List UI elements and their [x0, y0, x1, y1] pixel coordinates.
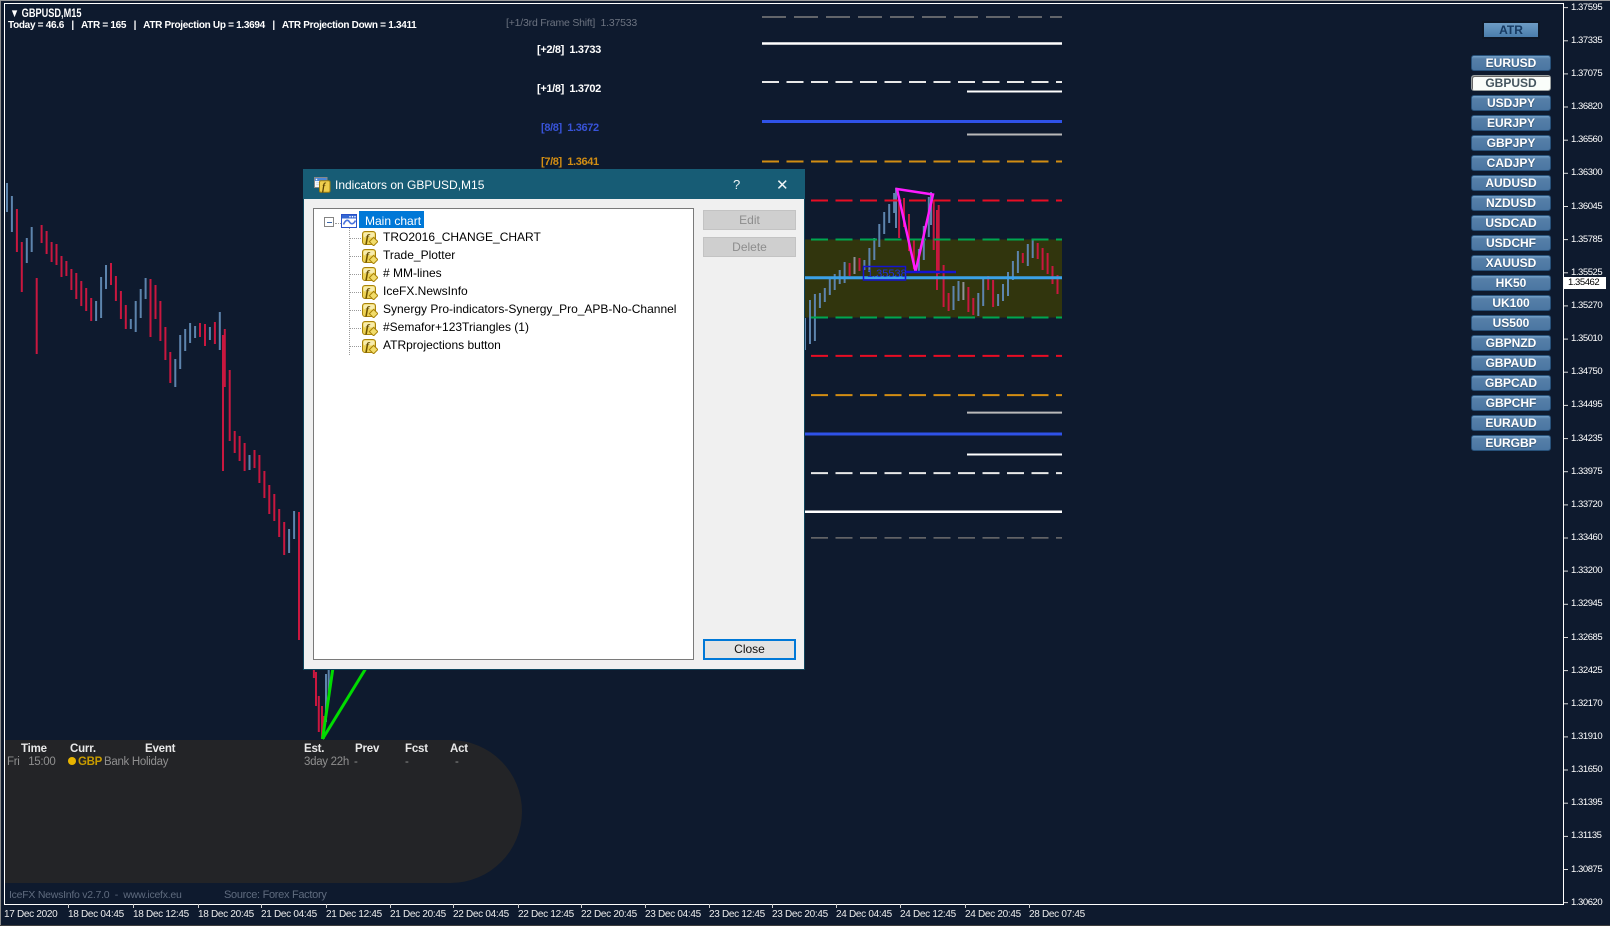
svg-text:1.35538: 1.35538 — [867, 268, 907, 280]
